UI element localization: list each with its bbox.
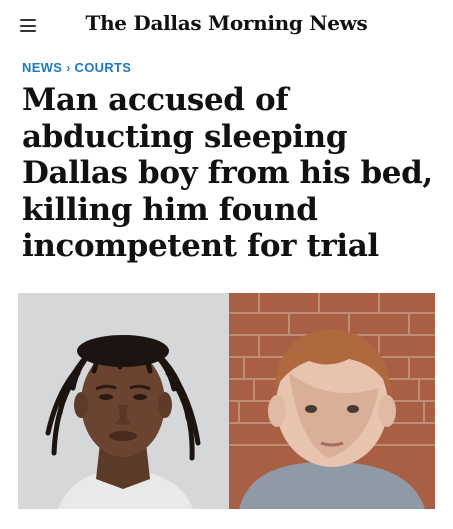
breadcrumb: NEWS › COURTS bbox=[22, 60, 131, 75]
breadcrumb-courts-link[interactable]: COURTS bbox=[75, 60, 132, 75]
top-bar: The Dallas Morning News bbox=[0, 0, 453, 50]
article-headline: Man accused of abducting sleeping Dallas… bbox=[22, 82, 433, 264]
breadcrumb-news-link[interactable]: NEWS bbox=[22, 60, 62, 75]
breadcrumb-separator: › bbox=[66, 60, 71, 75]
masthead-logo[interactable]: The Dallas Morning News bbox=[0, 11, 453, 35]
article-photo-child bbox=[229, 293, 435, 509]
article-photo-suspect-mugshot bbox=[18, 293, 229, 509]
